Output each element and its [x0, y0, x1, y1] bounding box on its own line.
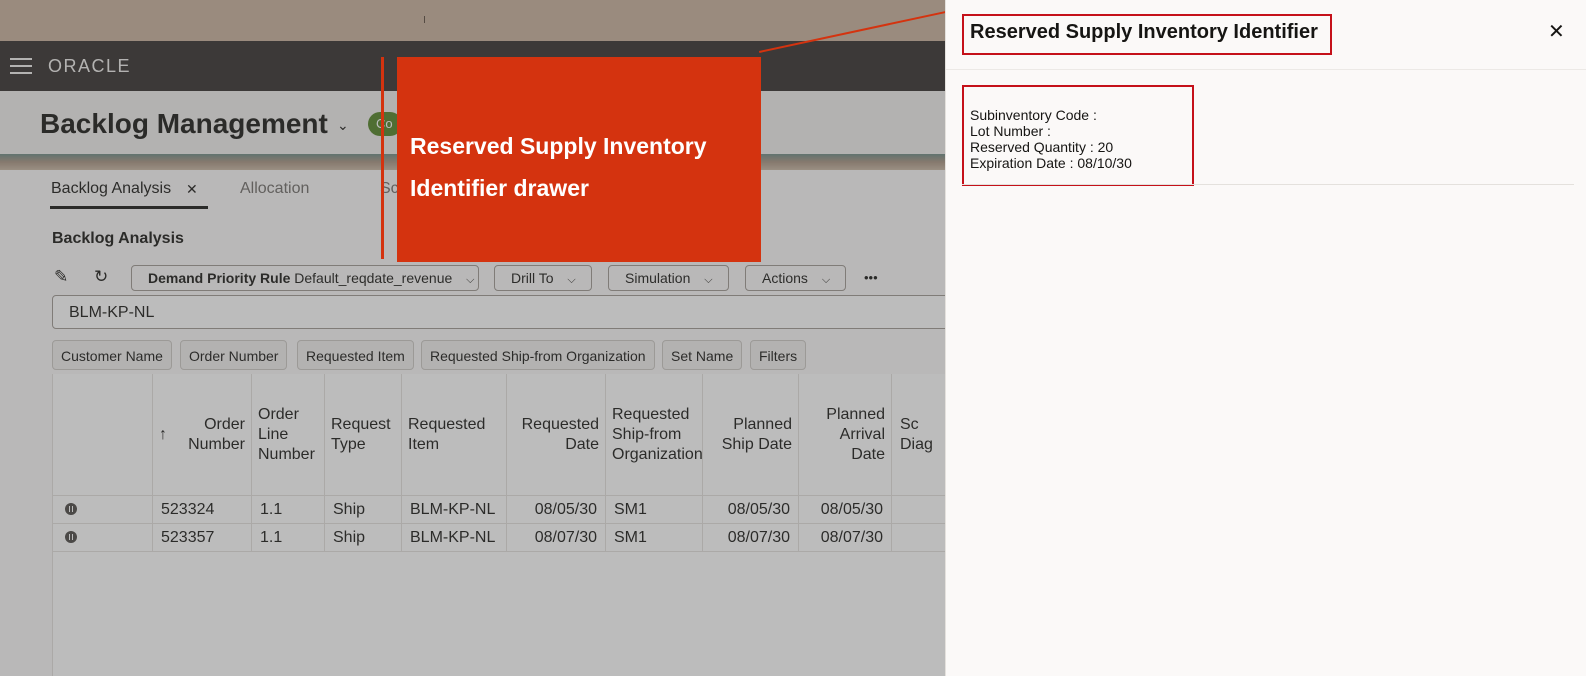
callout-line-1: Reserved Supply Inventory	[410, 133, 707, 159]
reserved-supply-drawer: Reserved Supply Inventory Identifier ✕ S…	[945, 0, 1586, 676]
drawer-title-highlight: Reserved Supply Inventory Identifier	[962, 14, 1332, 55]
close-icon[interactable]: ✕	[1548, 19, 1565, 44]
drawer-title: Reserved Supply Inventory Identifier	[970, 21, 1318, 43]
subinventory-code: Subinventory Code :	[970, 107, 1097, 123]
drawer-divider	[962, 184, 1574, 185]
reserved-quantity: Reserved Quantity : 20	[970, 139, 1114, 155]
lot-number: Lot Number :	[970, 123, 1051, 139]
expiration-date: Expiration Date : 08/10/30	[970, 155, 1132, 171]
callout-connector-vertical	[381, 57, 384, 259]
callout-box: Reserved Supply Inventory Identifier dra…	[397, 57, 761, 262]
drawer-header: Reserved Supply Inventory Identifier ✕	[946, 0, 1586, 70]
callout-line-2: Identifier drawer	[410, 175, 589, 201]
drawer-details-highlight: Subinventory Code : Lot Number : Reserve…	[962, 85, 1194, 186]
